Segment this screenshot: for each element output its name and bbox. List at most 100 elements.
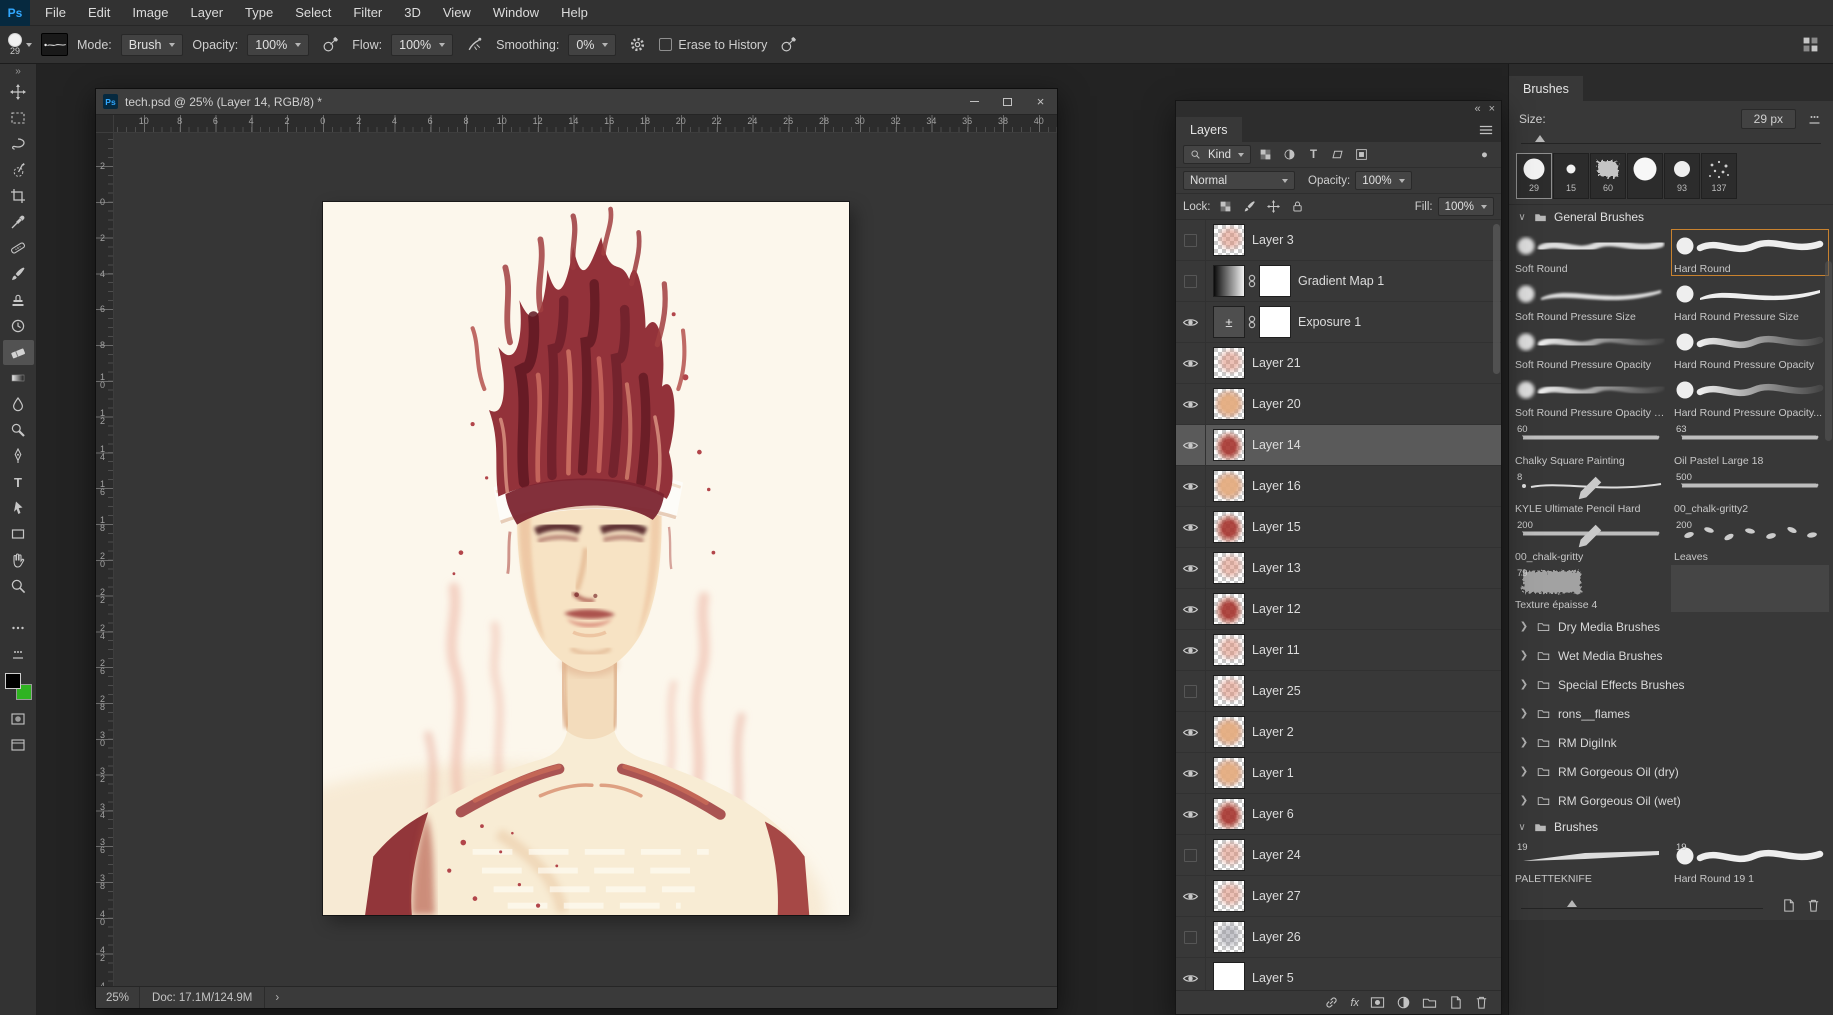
delete-brush-button[interactable]: [1806, 898, 1821, 913]
brush-size-value[interactable]: 29 px: [1741, 109, 1796, 129]
document-title-bar[interactable]: Ps tech.psd @ 25% (Layer 14, RGB/8) * ×: [96, 89, 1057, 115]
menu-layer[interactable]: Layer: [180, 0, 235, 26]
layer-visibility-toggle[interactable]: [1176, 671, 1206, 711]
layer-thumbnail[interactable]: [1214, 881, 1244, 911]
layer-row[interactable]: Layer 12: [1176, 589, 1501, 630]
eraser-tool[interactable]: [3, 340, 34, 365]
filter-pixel-icon[interactable]: [1256, 146, 1275, 164]
brush-size-slider[interactable]: [1521, 132, 1821, 147]
edit-toolbar-button[interactable]: [3, 642, 34, 667]
more-tools-button[interactable]: [3, 616, 34, 641]
zoom-tool[interactable]: [3, 574, 34, 599]
layer-row[interactable]: Layer 5: [1176, 958, 1501, 990]
recent-brush-tile[interactable]: 29: [1517, 154, 1551, 198]
minimize-button[interactable]: [958, 89, 991, 114]
layer-visibility-toggle[interactable]: [1176, 958, 1206, 990]
layer-thumbnail[interactable]: [1214, 799, 1244, 829]
brush-item[interactable]: Hard Round Pressure Opacity: [1671, 325, 1829, 372]
menu-help[interactable]: Help: [550, 0, 599, 26]
tab-brushes[interactable]: Brushes: [1509, 76, 1583, 101]
brush-group-dry-media[interactable]: ❯Dry Media Brushes: [1509, 612, 1833, 641]
erase-to-history-option[interactable]: Erase to History: [659, 38, 767, 52]
panel-menu-icon[interactable]: [1479, 124, 1493, 136]
layer-visibility-toggle[interactable]: [1176, 589, 1206, 629]
healing-brush-tool[interactable]: [3, 236, 34, 261]
ruler-corner[interactable]: [96, 115, 114, 133]
document-window[interactable]: Ps tech.psd @ 25% (Layer 14, RGB/8) * × …: [95, 88, 1058, 1009]
layer-row-selected[interactable]: Layer 14: [1176, 425, 1501, 466]
layer-thumbnail[interactable]: [1214, 225, 1244, 255]
lock-paint-icon[interactable]: [1240, 198, 1259, 216]
brush-item[interactable]: 60Chalky Square Painting: [1512, 421, 1670, 468]
close-panel-icon[interactable]: ×: [1489, 103, 1495, 115]
tool-preset-picker[interactable]: 29: [8, 33, 32, 56]
pen-tool[interactable]: [3, 444, 34, 469]
layer-visibility-toggle[interactable]: [1176, 712, 1206, 752]
fill-dropdown[interactable]: 100%: [1438, 197, 1494, 216]
layer-thumbnail[interactable]: [1214, 512, 1244, 542]
layer-visibility-toggle[interactable]: [1176, 835, 1206, 875]
color-swatches[interactable]: [5, 673, 32, 700]
slider-thumb[interactable]: [1567, 900, 1577, 907]
recent-brush-tile[interactable]: 60: [1591, 154, 1625, 198]
gradient-tool[interactable]: [3, 366, 34, 391]
layer-visibility-toggle[interactable]: [1176, 794, 1206, 834]
mode-dropdown[interactable]: Brush: [121, 34, 184, 56]
brush-item[interactable]: 200Leaves: [1671, 517, 1829, 564]
brush-item[interactable]: 79Texture épaisse 4: [1512, 565, 1670, 612]
new-brush-button[interactable]: [1781, 898, 1796, 913]
layer-thumbnail[interactable]: [1214, 676, 1244, 706]
menu-filter[interactable]: Filter: [342, 0, 393, 26]
delete-layer-button[interactable]: [1474, 995, 1489, 1010]
smoothing-gear-icon[interactable]: [625, 33, 650, 56]
brush-item[interactable]: Hard Round Pressure Size: [1671, 277, 1829, 324]
layer-thumbnail[interactable]: [1214, 430, 1244, 460]
brush-item[interactable]: Hard Round Pressure Opacity...: [1671, 373, 1829, 420]
pasteboard[interactable]: [114, 133, 1057, 986]
opacity-dropdown[interactable]: 100%: [247, 34, 309, 56]
brush-item[interactable]: Soft Round: [1512, 229, 1670, 276]
menu-type[interactable]: Type: [234, 0, 284, 26]
layer-visibility-toggle[interactable]: [1176, 261, 1206, 301]
layer-thumbnail[interactable]: [1214, 840, 1244, 870]
shape-tool[interactable]: [3, 522, 34, 547]
lock-all-icon[interactable]: [1288, 198, 1307, 216]
layer-visibility-toggle[interactable]: [1176, 384, 1206, 424]
screen-mode-button[interactable]: [3, 733, 34, 758]
blend-mode-dropdown[interactable]: Normal: [1183, 171, 1295, 190]
brush-group-general[interactable]: ∨ General Brushes: [1509, 205, 1833, 229]
history-brush-tool[interactable]: [3, 314, 34, 339]
layer-thumbnail[interactable]: [1214, 389, 1244, 419]
layer-row[interactable]: Layer 3: [1176, 220, 1501, 261]
layer-visibility-toggle[interactable]: [1176, 220, 1206, 260]
workspace-icon[interactable]: [1798, 33, 1823, 56]
pressure-opacity-icon[interactable]: [318, 33, 343, 56]
menu-edit[interactable]: Edit: [77, 0, 121, 26]
layer-visibility-toggle[interactable]: [1176, 548, 1206, 588]
layer-visibility-toggle[interactable]: [1176, 753, 1206, 793]
tab-layers[interactable]: Layers: [1176, 117, 1242, 142]
layer-thumbnail[interactable]: [1214, 471, 1244, 501]
brush-group-user-brushes[interactable]: ∨ Brushes: [1509, 815, 1833, 839]
smoothing-dropdown[interactable]: 0%: [568, 34, 616, 56]
ruler-left[interactable]: 4202468101214161820222426283032343638404…: [96, 133, 114, 986]
filter-toggle-icon[interactable]: ●: [1475, 146, 1494, 164]
quick-mask-button[interactable]: [3, 707, 34, 732]
layer-row[interactable]: Layer 25: [1176, 671, 1501, 712]
layer-visibility-toggle[interactable]: [1176, 425, 1206, 465]
marquee-tool[interactable]: [3, 106, 34, 131]
layer-thumbnail[interactable]: [1214, 758, 1244, 788]
link-layers-button[interactable]: [1324, 995, 1339, 1010]
brush-settings-icon[interactable]: [1806, 111, 1823, 127]
layer-visibility-toggle[interactable]: [1176, 343, 1206, 383]
slider-thumb[interactable]: [1535, 135, 1545, 142]
menu-image[interactable]: Image: [121, 0, 179, 26]
blur-tool[interactable]: [3, 392, 34, 417]
add-mask-button[interactable]: [1370, 995, 1385, 1010]
type-tool[interactable]: T: [3, 470, 34, 495]
layer-row[interactable]: Layer 20: [1176, 384, 1501, 425]
filter-adjustment-icon[interactable]: [1280, 146, 1299, 164]
brush-item[interactable]: 8KYLE Ultimate Pencil Hard: [1512, 469, 1670, 516]
layer-visibility-toggle[interactable]: [1176, 302, 1206, 342]
layer-row[interactable]: ±Exposure 1: [1176, 302, 1501, 343]
